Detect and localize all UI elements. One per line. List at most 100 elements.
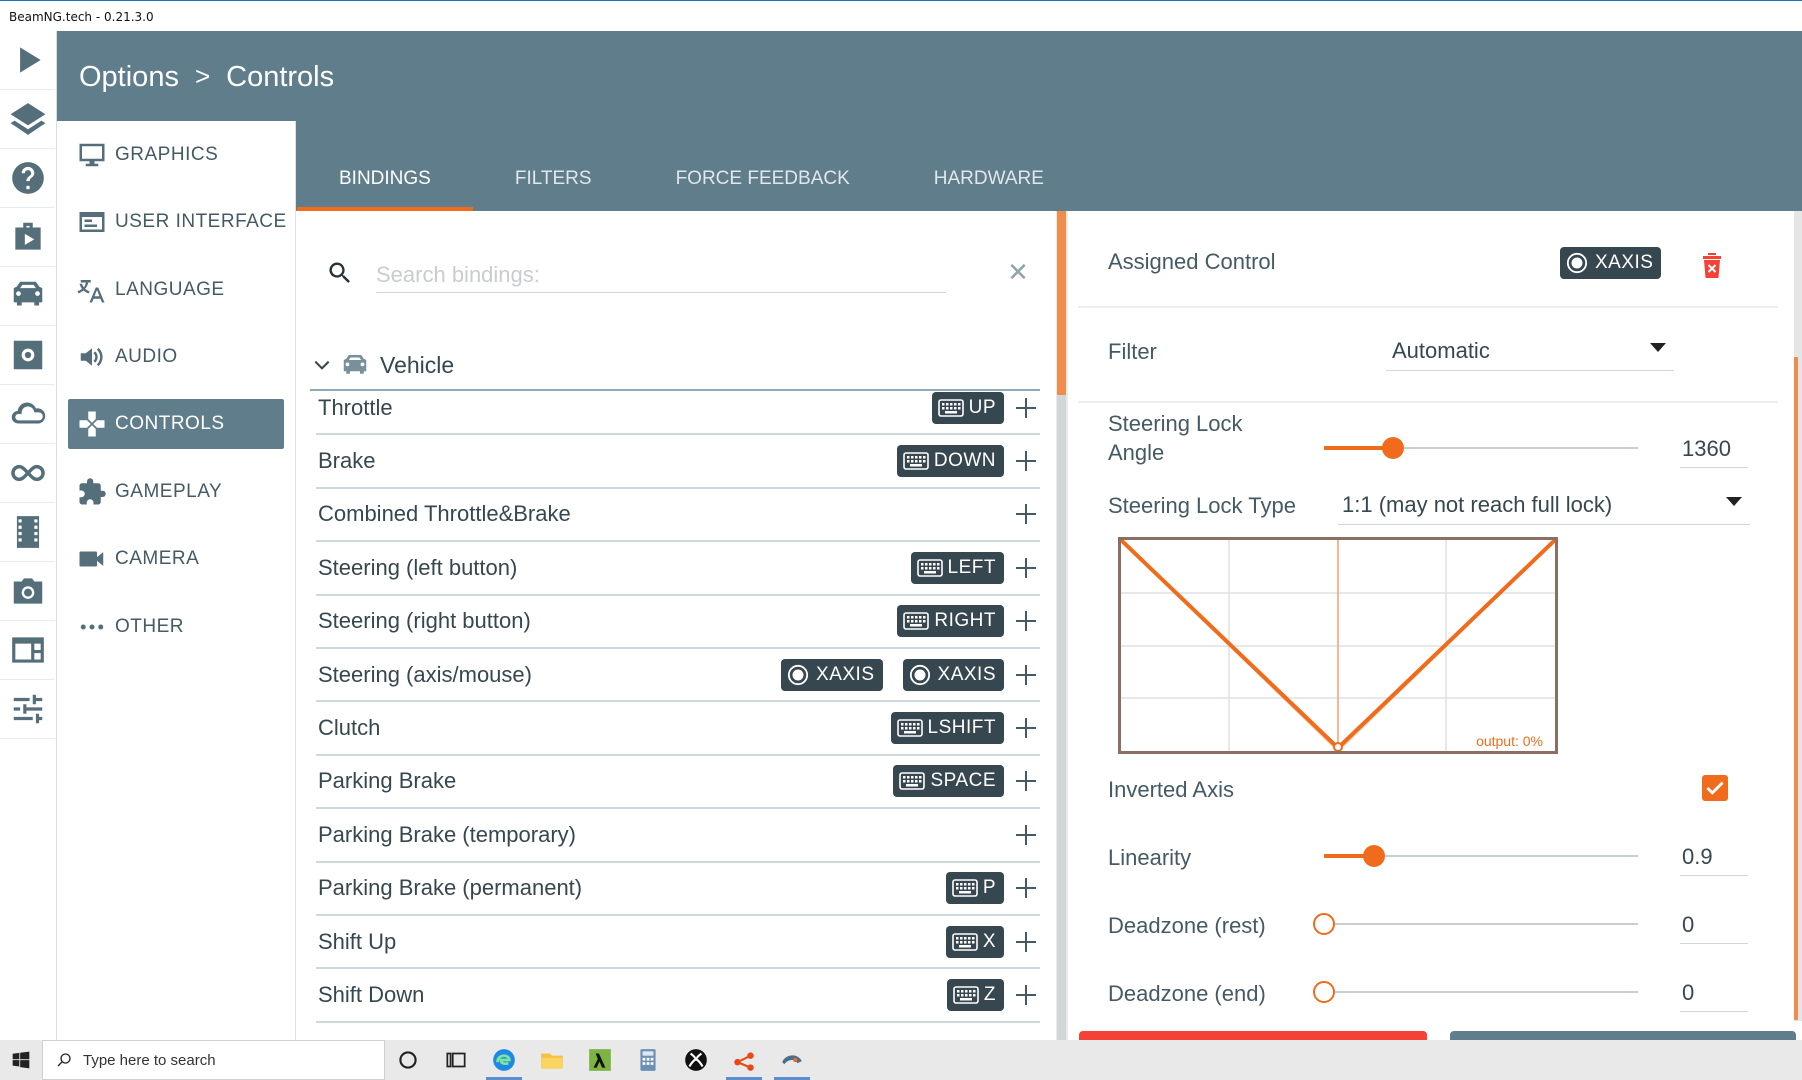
lambda-app-icon[interactable] bbox=[576, 1040, 624, 1080]
cloud-icon[interactable] bbox=[0, 385, 55, 444]
binding-chip[interactable]: X bbox=[945, 925, 1004, 958]
lock-angle-input[interactable]: 1360 bbox=[1680, 432, 1748, 468]
binding-chip[interactable]: RIGHT bbox=[897, 605, 1004, 638]
start-button[interactable] bbox=[0, 1040, 42, 1080]
menu-item-camera[interactable]: CAMERA bbox=[57, 526, 295, 594]
linearity-slider[interactable] bbox=[1324, 844, 1638, 868]
play-icon[interactable] bbox=[0, 31, 55, 90]
add-binding-icon[interactable] bbox=[1012, 821, 1040, 849]
delete-binding-button[interactable] bbox=[1079, 1031, 1427, 1040]
loop-icon[interactable] bbox=[0, 444, 55, 503]
tab-filters[interactable]: FILTERS bbox=[473, 151, 634, 211]
binding-chip[interactable]: P bbox=[945, 872, 1004, 905]
layers-icon[interactable] bbox=[0, 90, 55, 149]
search-input[interactable] bbox=[376, 257, 946, 293]
menu-item-gameplay[interactable]: GAMEPLAY bbox=[57, 458, 295, 526]
add-binding-icon[interactable] bbox=[1012, 874, 1040, 902]
menu-item-controls[interactable]: CONTROLS bbox=[68, 399, 284, 449]
deadzone-end-input[interactable]: 0 bbox=[1680, 976, 1748, 1012]
camera-icon[interactable] bbox=[0, 562, 55, 621]
linearity-input[interactable]: 0.9 bbox=[1680, 840, 1748, 876]
add-binding-icon[interactable] bbox=[1012, 714, 1040, 742]
list-scrollbar-thumb[interactable] bbox=[1057, 211, 1066, 395]
list-scrollbar[interactable] bbox=[1056, 211, 1068, 1040]
binding-chip[interactable]: DOWN bbox=[896, 445, 1004, 478]
menu-item-label: GAMEPLAY bbox=[115, 480, 223, 502]
add-binding-icon[interactable] bbox=[1012, 394, 1040, 422]
slider-knob[interactable] bbox=[1313, 981, 1335, 1003]
binding-chip[interactable]: XAXIS bbox=[781, 658, 883, 691]
menu-item-graphics[interactable]: GRAPHICS bbox=[57, 121, 295, 189]
edge-browser-icon[interactable] bbox=[480, 1040, 528, 1080]
dashboard-icon[interactable] bbox=[0, 621, 55, 680]
slider-knob[interactable] bbox=[1313, 913, 1335, 935]
binding-row[interactable]: Parking Brake SPACE bbox=[316, 756, 1040, 810]
tab-bindings[interactable]: BINDINGS bbox=[297, 151, 473, 211]
beamng-app-icon[interactable] bbox=[768, 1040, 816, 1080]
add-binding-icon[interactable] bbox=[1012, 554, 1040, 582]
slider-knob[interactable] bbox=[1382, 437, 1405, 459]
add-binding-icon[interactable] bbox=[1012, 607, 1040, 635]
vehicle-icon[interactable] bbox=[0, 267, 55, 326]
deadzone-rest-slider[interactable] bbox=[1313, 912, 1638, 936]
add-binding-icon[interactable] bbox=[1012, 981, 1040, 1009]
add-binding-icon[interactable] bbox=[1012, 500, 1040, 528]
apply-binding-button[interactable] bbox=[1450, 1031, 1796, 1040]
binding-chip[interactable]: UP bbox=[931, 391, 1004, 424]
deadzone-end-label: Deadzone (end) bbox=[1108, 981, 1266, 1006]
film-icon[interactable] bbox=[0, 503, 55, 562]
binding-row[interactable]: Shift Up X bbox=[316, 916, 1040, 970]
settings-icon[interactable] bbox=[0, 326, 55, 385]
xbox-icon[interactable] bbox=[672, 1040, 720, 1080]
binding-key: RIGHT bbox=[934, 610, 996, 632]
binding-chip[interactable]: XAXIS bbox=[902, 658, 1004, 691]
calculator-icon[interactable] bbox=[624, 1040, 672, 1080]
add-binding-icon[interactable] bbox=[1012, 447, 1040, 475]
menu-item-audio[interactable]: AUDIO bbox=[57, 324, 295, 392]
binding-row[interactable]: Parking Brake (permanent) P bbox=[316, 863, 1040, 916]
tab-hardware[interactable]: HARDWARE bbox=[892, 151, 1086, 211]
detail-scrollbar-thumb[interactable] bbox=[1794, 357, 1798, 1020]
help-icon[interactable] bbox=[0, 149, 55, 208]
tab-force-feedback[interactable]: FORCE FEEDBACK bbox=[634, 151, 892, 211]
sliders-icon[interactable] bbox=[0, 680, 55, 739]
menu-item-user-interface[interactable]: USER INTERFACE bbox=[57, 189, 295, 257]
assigned-control-chip[interactable]: XAXIS bbox=[1560, 247, 1662, 279]
binding-row[interactable]: Shift Down Z bbox=[316, 969, 1040, 1023]
binding-row[interactable]: Clutch LSHIFT bbox=[316, 702, 1040, 756]
binding-row[interactable]: Steering (left button) LEFT bbox=[316, 542, 1040, 596]
inverted-axis-checkbox[interactable] bbox=[1702, 775, 1728, 801]
detail-scrollbar[interactable] bbox=[1794, 211, 1802, 1021]
breadcrumb-options[interactable]: Options bbox=[79, 61, 179, 94]
binding-row[interactable]: Combined Throttle&Brake bbox=[316, 489, 1040, 543]
binding-chip[interactable]: SPACE bbox=[893, 765, 1004, 798]
taskbar-search[interactable]: Type here to search bbox=[42, 1040, 385, 1080]
binding-chip[interactable]: Z bbox=[946, 978, 1004, 1011]
binding-row[interactable]: Throttle UP bbox=[316, 382, 1040, 436]
binding-row[interactable]: Parking Brake (temporary) bbox=[316, 809, 1040, 863]
binding-row[interactable]: Steering (axis/mouse) XAXIS XAXIS bbox=[316, 649, 1040, 703]
slider-knob[interactable] bbox=[1363, 845, 1386, 867]
deadzone-rest-input[interactable]: 0 bbox=[1680, 908, 1748, 944]
binding-row[interactable]: Brake DOWN bbox=[316, 435, 1040, 489]
lock-type-select[interactable]: 1:1 (may not reach full lock) bbox=[1338, 485, 1750, 525]
missions-icon[interactable] bbox=[0, 208, 55, 267]
network-app-icon[interactable] bbox=[720, 1040, 768, 1080]
file-explorer-icon[interactable] bbox=[528, 1040, 576, 1080]
add-binding-icon[interactable] bbox=[1012, 767, 1040, 795]
add-binding-icon[interactable] bbox=[1012, 661, 1040, 689]
binding-chip[interactable]: LEFT bbox=[910, 551, 1004, 584]
task-view-icon[interactable] bbox=[432, 1040, 480, 1080]
clear-search-icon[interactable]: ✕ bbox=[1006, 259, 1030, 285]
lock-angle-slider[interactable] bbox=[1324, 436, 1638, 460]
chevron-down-icon[interactable] bbox=[312, 355, 332, 375]
binding-row[interactable]: Steering (right button) RIGHT bbox=[316, 596, 1040, 649]
add-binding-icon[interactable] bbox=[1012, 928, 1040, 956]
menu-item-other[interactable]: OTHER bbox=[57, 593, 295, 661]
deadzone-end-slider[interactable] bbox=[1313, 980, 1638, 1004]
filter-select[interactable]: Automatic bbox=[1386, 331, 1674, 371]
menu-item-language[interactable]: LANGUAGE bbox=[57, 256, 295, 324]
binding-chip[interactable]: LSHIFT bbox=[890, 712, 1004, 745]
cortana-icon[interactable] bbox=[384, 1040, 432, 1080]
delete-icon[interactable] bbox=[1700, 251, 1724, 279]
